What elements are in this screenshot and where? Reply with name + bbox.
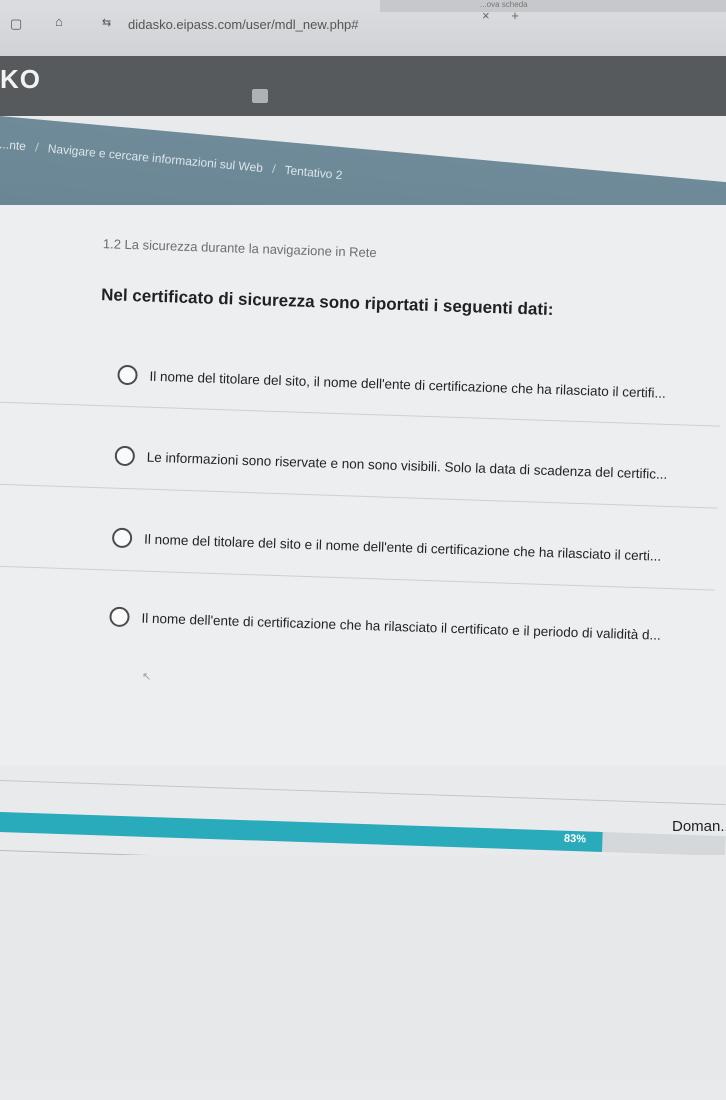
answer-option-label: Il nome dell'ente di certificazione che … [141, 610, 662, 643]
radio-icon[interactable] [117, 364, 138, 386]
answer-option-2[interactable]: Le informazioni sono riservate e non son… [114, 445, 668, 484]
questions-label: Doman... [672, 818, 726, 835]
answer-option-label: Le informazioni sono riservate e non son… [146, 449, 668, 482]
answer-option-label: Il nome del titolare del sito, il nome d… [149, 368, 667, 401]
section-title: 1.2 La sicurezza durante la navigazione … [102, 236, 377, 261]
question-text: Nel certificato di sicurezza sono riport… [100, 285, 554, 320]
option-divider [0, 401, 721, 427]
answer-option-3[interactable]: Il nome del titolare del sito e il nome … [111, 527, 662, 566]
answer-option-1[interactable]: Il nome del titolare del sito, il nome d… [117, 364, 667, 403]
page-bottom [0, 855, 726, 1080]
option-divider [0, 483, 718, 509]
option-divider [0, 565, 715, 591]
progress-percent: 83% [563, 832, 587, 846]
mouse-cursor-icon: ↖ [142, 671, 152, 683]
answer-option-4[interactable]: Il nome dell'ente di certificazione che … [109, 606, 662, 645]
radio-icon[interactable] [114, 445, 136, 467]
radio-icon[interactable] [111, 527, 133, 549]
answer-option-label: Il nome del titolare del sito e il nome … [143, 531, 662, 564]
radio-icon[interactable] [109, 606, 130, 628]
